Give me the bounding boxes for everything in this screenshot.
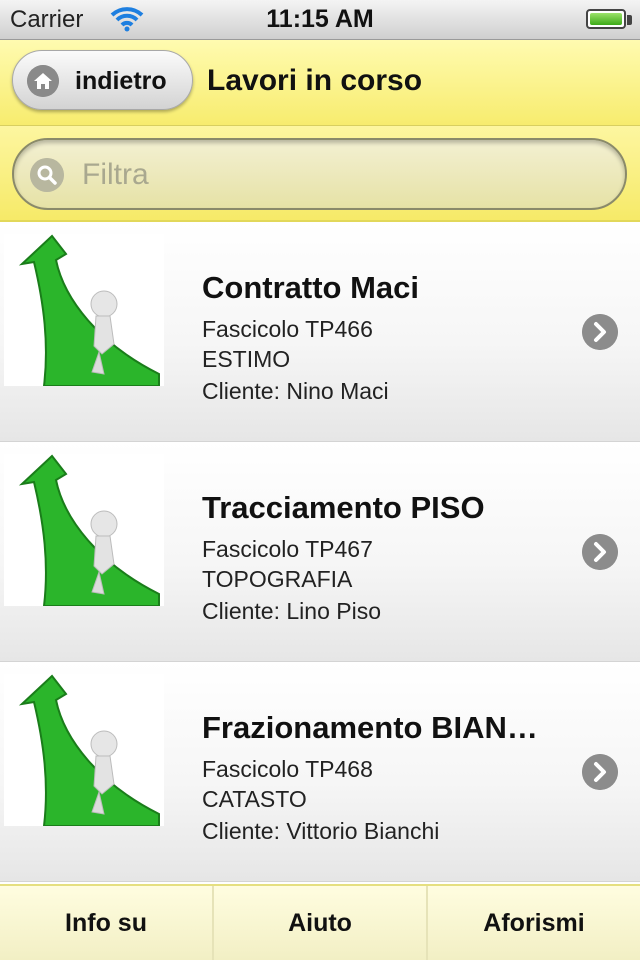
growth-arrow-icon <box>4 234 164 386</box>
battery-icon <box>586 9 626 29</box>
home-icon <box>27 65 59 97</box>
back-button-label: indietro <box>75 67 167 95</box>
list-item[interactable]: Frazionamento BIAN… Fascicolo TP468 CATA… <box>0 662 640 882</box>
item-fascicolo: Fascicolo TP468 <box>202 756 373 782</box>
chevron-right-icon[interactable] <box>582 314 618 350</box>
page-title: Lavori in corso <box>207 64 423 97</box>
job-list: Contratto Maci Fascicolo TP466 ESTIMO Cl… <box>0 222 640 882</box>
search-icon <box>30 158 64 192</box>
growth-arrow-icon <box>4 674 164 826</box>
item-client: Cliente: Vittorio Bianchi <box>202 818 440 844</box>
item-fascicolo: Fascicolo TP467 <box>202 536 373 562</box>
item-category: TOPOGRAFIA <box>202 566 353 592</box>
search-bar: Filtra <box>0 126 640 222</box>
search-input[interactable]: Filtra <box>12 138 627 210</box>
growth-arrow-icon <box>4 454 164 606</box>
item-client: Cliente: Lino Piso <box>202 598 381 624</box>
item-client: Cliente: Nino Maci <box>202 378 389 404</box>
tab-aphorisms[interactable]: Aforismi <box>428 886 640 960</box>
battery-tip <box>627 15 632 25</box>
item-category: CATASTO <box>202 786 307 812</box>
search-placeholder: Filtra <box>82 158 149 191</box>
item-title: Tracciamento PISO <box>202 490 485 525</box>
item-title: Contratto Maci <box>202 270 419 305</box>
chevron-right-icon[interactable] <box>582 754 618 790</box>
list-item[interactable]: Tracciamento PISO Fascicolo TP467 TOPOGR… <box>0 442 640 662</box>
status-bar: Carrier 11:15 AM <box>0 0 640 40</box>
chevron-right-icon[interactable] <box>582 534 618 570</box>
list-item[interactable]: Contratto Maci Fascicolo TP466 ESTIMO Cl… <box>0 222 640 442</box>
item-title: Frazionamento BIAN… <box>202 710 538 745</box>
item-category: ESTIMO <box>202 346 291 372</box>
clock: 11:15 AM <box>266 5 374 33</box>
tab-help[interactable]: Aiuto <box>214 886 428 960</box>
back-button[interactable]: indietro <box>12 50 193 110</box>
bottom-tab-bar: Info su Aiuto Aforismi <box>0 884 640 960</box>
tab-info[interactable]: Info su <box>0 886 214 960</box>
item-fascicolo: Fascicolo TP466 <box>202 316 373 342</box>
nav-header: indietro Lavori in corso <box>0 40 640 126</box>
